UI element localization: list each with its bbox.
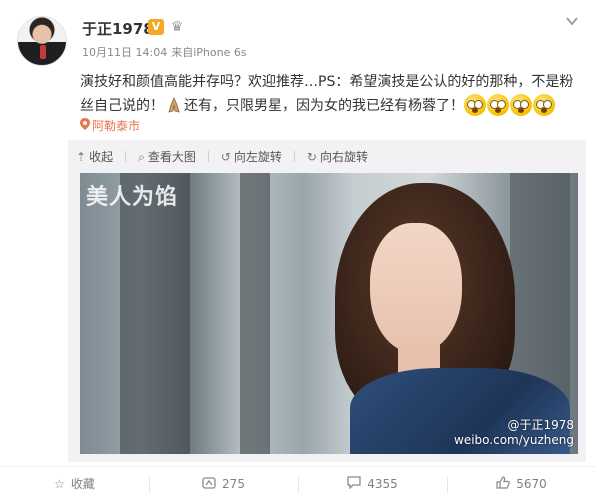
toolbar-divider [293,151,295,162]
emoji-face-icon [464,94,486,116]
star-icon: ☆ [54,477,65,491]
photo-watermark: @于正1978 weibo.com/yuzheng [454,418,574,448]
toolbar-divider [207,151,209,162]
post-text-part2: 还有，只限男星，因为女的我已经有杨蓉了！ [184,98,464,114]
post-meta: 10月11日 14:04 来自iPhone 6s [82,44,251,60]
thumbs-up-icon [496,476,511,491]
emoji-face-icon [533,94,555,116]
repost-count: 275 [222,477,245,491]
watermark-url: weibo.com/yuzheng [454,433,574,447]
repost-button[interactable]: 275 [149,467,298,501]
view-large-button[interactable]: ⌕ 查看大图 [138,148,196,165]
collapse-button[interactable]: ⇡ 收起 [76,148,113,165]
post-source[interactable]: iPhone 6s [193,46,246,59]
emoji-face-icon [487,94,509,116]
rotate-right-button[interactable]: ↻ 向右旋转 [307,148,368,165]
like-button[interactable]: 5670 [447,467,596,501]
location-pin-icon [80,118,90,133]
rotate-left-icon: ↺ [220,150,231,164]
emoji-face-icon [510,94,532,116]
post-time[interactable]: 10月11日 14:04 [82,46,167,59]
toolbar-divider [125,151,127,162]
rotate-right-label: 向右旋转 [319,150,368,164]
pray-emoji-icon [165,96,183,114]
post-photo[interactable]: 美人为馅 @于正1978 weibo.com/yuzheng [80,173,578,454]
magnifier-icon: ⌕ [138,150,145,164]
view-large-label: 查看大图 [147,150,196,164]
location-tag[interactable]: 阿勒泰市 [80,117,140,134]
portrait-face [370,223,462,353]
avatar[interactable] [17,16,67,66]
repost-icon [202,477,216,491]
post-text: 演技好和颜值高能并存吗？欢迎推荐…PS：希望演技是公认的好的那种，不是粉丝自己说… [80,70,580,118]
show-title-logo: 美人为馅 [86,184,179,210]
crown-icon[interactable]: ♛ [168,18,186,36]
background-pillar [240,173,270,454]
collapse-label: 收起 [89,150,114,164]
location-label: 阿勒泰市 [92,119,141,133]
arrow-up-icon: ⇡ [76,150,87,164]
media-toolbar: ⇡ 收起 ⌕ 查看大图 ↺ 向左旋转 ↻ 向右旋转 [76,148,380,168]
username[interactable]: 于正1978 [82,18,154,39]
source-prefix: 来自 [171,46,194,59]
chevron-down-icon[interactable] [564,14,580,30]
rotate-left-label: 向左旋转 [233,150,282,164]
comment-icon [347,476,361,491]
like-count: 5670 [516,477,547,491]
action-bar: ☆ 收藏 275 4355 5670 [0,466,596,501]
favorite-label: 收藏 [70,477,95,491]
verified-badge-icon[interactable]: V [148,19,164,35]
post-header: 于正1978 V ♛ 10月11日 14:04 来自iPhone 6s [0,0,596,70]
rotate-right-icon: ↻ [306,150,317,164]
background-pillar [120,173,190,454]
comment-button[interactable]: 4355 [298,467,447,501]
media-expanded-box: ⇡ 收起 ⌕ 查看大图 ↺ 向左旋转 ↻ 向右旋转 美人为馅 @于正1978 weibo.co… [68,140,586,462]
comment-count: 4355 [367,477,398,491]
rotate-left-button[interactable]: ↺ 向左旋转 [221,148,282,165]
watermark-handle: @于正1978 [507,418,574,432]
favorite-button[interactable]: ☆ 收藏 [0,467,149,501]
